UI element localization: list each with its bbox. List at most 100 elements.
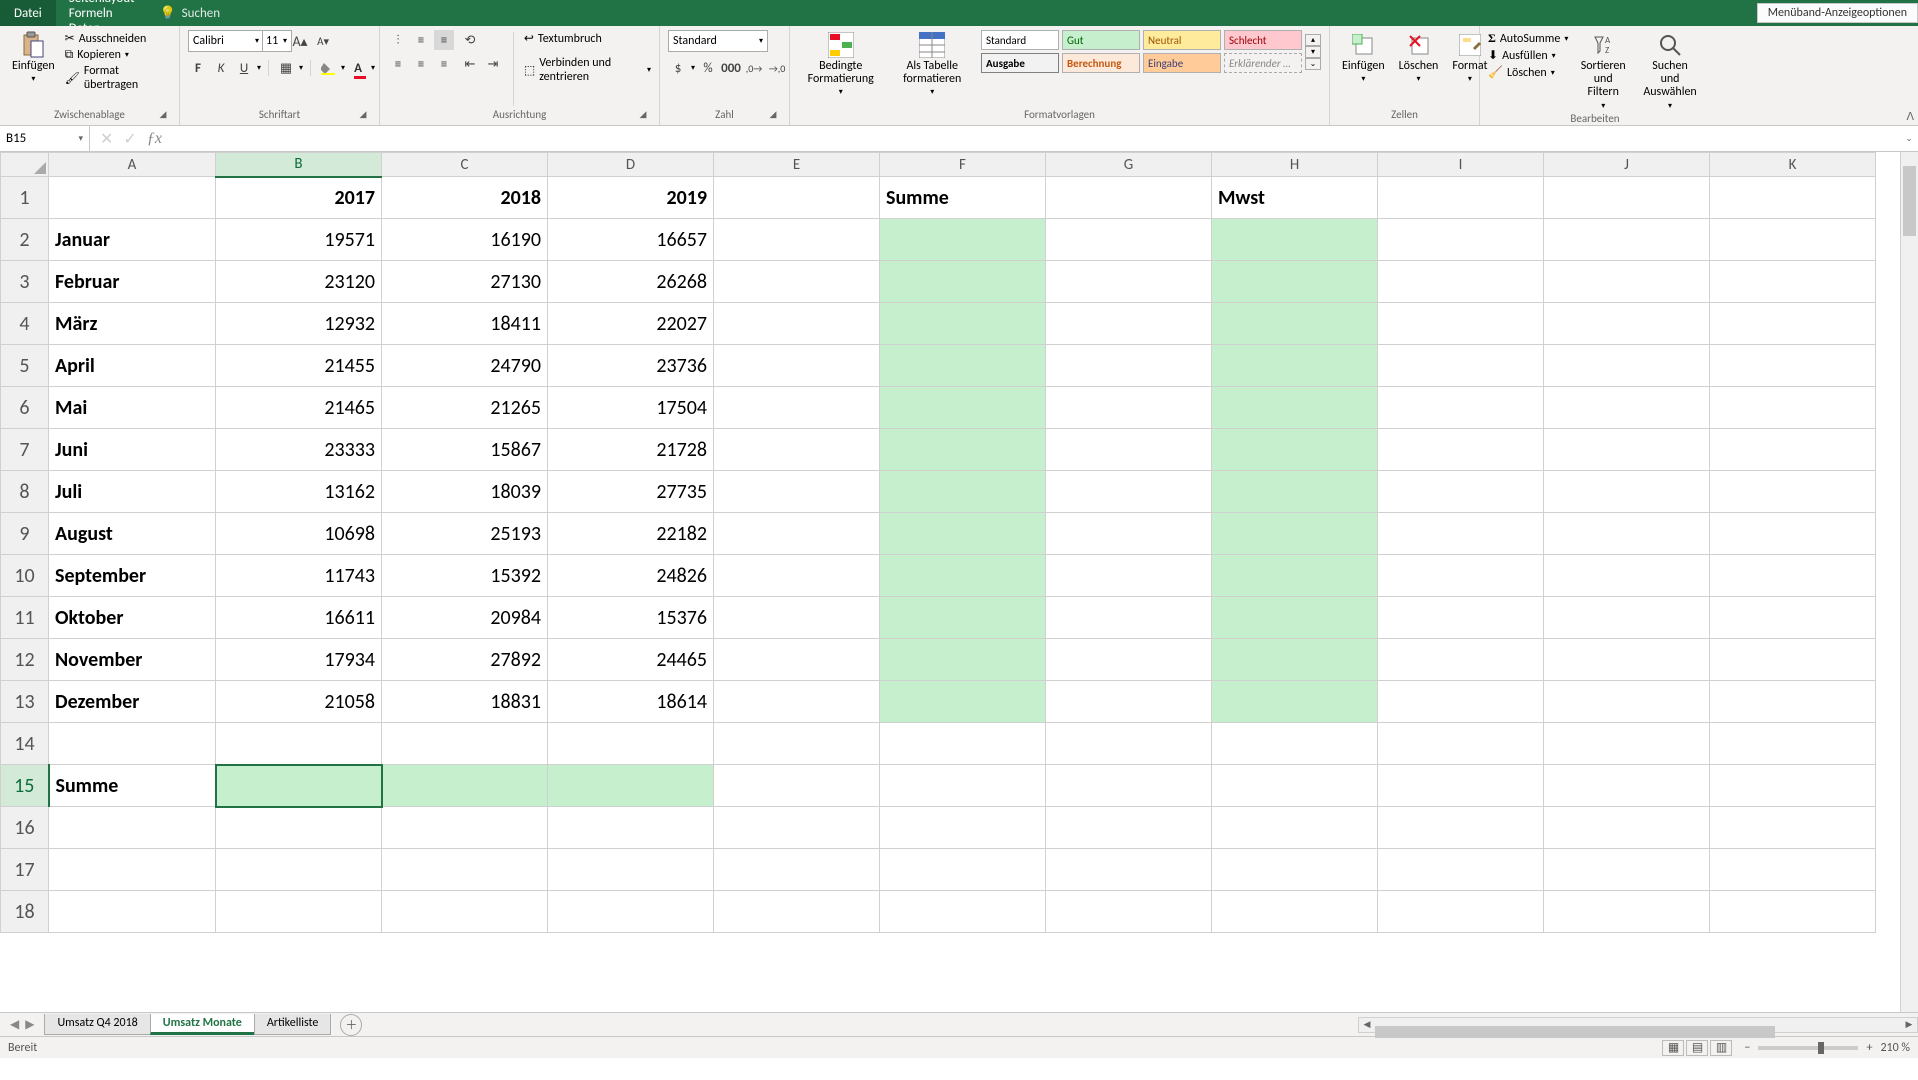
- cell-J16[interactable]: [1544, 807, 1710, 849]
- cell-F13[interactable]: [880, 681, 1046, 723]
- cell-D11[interactable]: 15376: [548, 597, 714, 639]
- ribbon-display-options[interactable]: Menüband-Anzeigeoptionen: [1757, 3, 1918, 23]
- cell-I11[interactable]: [1378, 597, 1544, 639]
- cell-D9[interactable]: 22182: [548, 513, 714, 555]
- fill-color-button[interactable]: [318, 58, 338, 78]
- cell-B9[interactable]: 10698: [216, 513, 382, 555]
- cell-K10[interactable]: [1710, 555, 1876, 597]
- cell-I13[interactable]: [1378, 681, 1544, 723]
- cell-A4[interactable]: März: [49, 303, 216, 345]
- cell-E18[interactable]: [714, 891, 880, 933]
- worksheet-grid[interactable]: ABCDEFGHIJK1201720182019SummeMwst2Januar…: [0, 152, 1918, 1012]
- number-format-select[interactable]: Standard▾: [668, 30, 768, 52]
- cell-H6[interactable]: [1212, 387, 1378, 429]
- cell-I8[interactable]: [1378, 471, 1544, 513]
- cell-D2[interactable]: 16657: [548, 219, 714, 261]
- cell-I1[interactable]: [1378, 177, 1544, 219]
- cell-I14[interactable]: [1378, 723, 1544, 765]
- cell-C3[interactable]: 27130: [382, 261, 548, 303]
- cell-B3[interactable]: 23120: [216, 261, 382, 303]
- increase-indent-icon[interactable]: ⇥: [483, 54, 503, 74]
- cell-D5[interactable]: 23736: [548, 345, 714, 387]
- column-header-A[interactable]: A: [49, 153, 216, 177]
- cell-K12[interactable]: [1710, 639, 1876, 681]
- cell-I17[interactable]: [1378, 849, 1544, 891]
- cell-A3[interactable]: Februar: [49, 261, 216, 303]
- cell-I12[interactable]: [1378, 639, 1544, 681]
- cell-B1[interactable]: 2017: [216, 177, 382, 219]
- view-normal-icon[interactable]: ▦: [1662, 1040, 1684, 1056]
- cell-G11[interactable]: [1046, 597, 1212, 639]
- fx-icon[interactable]: ƒx: [147, 130, 162, 148]
- cell-I3[interactable]: [1378, 261, 1544, 303]
- cancel-formula-icon[interactable]: ✕: [100, 129, 113, 149]
- row-header-2[interactable]: 2: [1, 219, 49, 261]
- underline-button[interactable]: U: [234, 58, 254, 78]
- decrease-decimal-icon[interactable]: →,0: [767, 58, 787, 78]
- cell-style-option[interactable]: Schlecht: [1224, 30, 1302, 50]
- cell-F15[interactable]: [880, 765, 1046, 807]
- align-top-icon[interactable]: ⫶: [388, 30, 408, 50]
- decrease-font-icon[interactable]: A▾: [313, 31, 333, 51]
- font-color-button[interactable]: A: [348, 58, 368, 78]
- cell-J17[interactable]: [1544, 849, 1710, 891]
- row-header-9[interactable]: 9: [1, 513, 49, 555]
- cell-K13[interactable]: [1710, 681, 1876, 723]
- format-as-table-button[interactable]: Als Tabelle formatieren▾: [889, 30, 975, 99]
- cell-I5[interactable]: [1378, 345, 1544, 387]
- cell-H4[interactable]: [1212, 303, 1378, 345]
- cell-I9[interactable]: [1378, 513, 1544, 555]
- cell-K7[interactable]: [1710, 429, 1876, 471]
- expand-formula-bar-icon[interactable]: ⌄: [1900, 133, 1918, 144]
- cell-K4[interactable]: [1710, 303, 1876, 345]
- cell-A13[interactable]: Dezember: [49, 681, 216, 723]
- row-header-6[interactable]: 6: [1, 387, 49, 429]
- cell-H2[interactable]: [1212, 219, 1378, 261]
- cell-E12[interactable]: [714, 639, 880, 681]
- cell-I18[interactable]: [1378, 891, 1544, 933]
- cell-K8[interactable]: [1710, 471, 1876, 513]
- cell-C10[interactable]: 15392: [382, 555, 548, 597]
- cell-F12[interactable]: [880, 639, 1046, 681]
- row-header-12[interactable]: 12: [1, 639, 49, 681]
- zoom-out-icon[interactable]: −: [1744, 1041, 1750, 1055]
- comma-format-icon[interactable]: 000: [721, 58, 741, 78]
- cell-I10[interactable]: [1378, 555, 1544, 597]
- cell-A5[interactable]: April: [49, 345, 216, 387]
- zoom-in-icon[interactable]: +: [1866, 1041, 1872, 1055]
- cell-K17[interactable]: [1710, 849, 1876, 891]
- italic-button[interactable]: K: [211, 58, 231, 78]
- cell-C11[interactable]: 20984: [382, 597, 548, 639]
- cell-G2[interactable]: [1046, 219, 1212, 261]
- cell-G8[interactable]: [1046, 471, 1212, 513]
- zoom-slider[interactable]: [1758, 1046, 1858, 1050]
- cell-K16[interactable]: [1710, 807, 1876, 849]
- cell-G1[interactable]: [1046, 177, 1212, 219]
- cell-C14[interactable]: [382, 723, 548, 765]
- cell-F11[interactable]: [880, 597, 1046, 639]
- cell-B5[interactable]: 21455: [216, 345, 382, 387]
- tab-nav-next-icon[interactable]: ▶: [25, 1017, 34, 1032]
- cell-C18[interactable]: [382, 891, 548, 933]
- cell-A15[interactable]: Summe: [49, 765, 216, 807]
- column-header-B[interactable]: B: [216, 153, 382, 177]
- cell-J7[interactable]: [1544, 429, 1710, 471]
- cell-D6[interactable]: 17504: [548, 387, 714, 429]
- cell-J9[interactable]: [1544, 513, 1710, 555]
- collapse-ribbon-icon[interactable]: ᐱ: [1906, 110, 1914, 123]
- row-header-10[interactable]: 10: [1, 555, 49, 597]
- cell-J11[interactable]: [1544, 597, 1710, 639]
- cell-G17[interactable]: [1046, 849, 1212, 891]
- row-header-17[interactable]: 17: [1, 849, 49, 891]
- cell-C5[interactable]: 24790: [382, 345, 548, 387]
- cell-C6[interactable]: 21265: [382, 387, 548, 429]
- cell-C9[interactable]: 25193: [382, 513, 548, 555]
- row-header-1[interactable]: 1: [1, 177, 49, 219]
- row-header-15[interactable]: 15: [1, 765, 49, 807]
- cell-E5[interactable]: [714, 345, 880, 387]
- increase-font-icon[interactable]: A▴: [290, 31, 310, 51]
- sheet-tab[interactable]: Artikelliste: [254, 1014, 332, 1035]
- cell-H18[interactable]: [1212, 891, 1378, 933]
- column-header-I[interactable]: I: [1378, 153, 1544, 177]
- cell-G7[interactable]: [1046, 429, 1212, 471]
